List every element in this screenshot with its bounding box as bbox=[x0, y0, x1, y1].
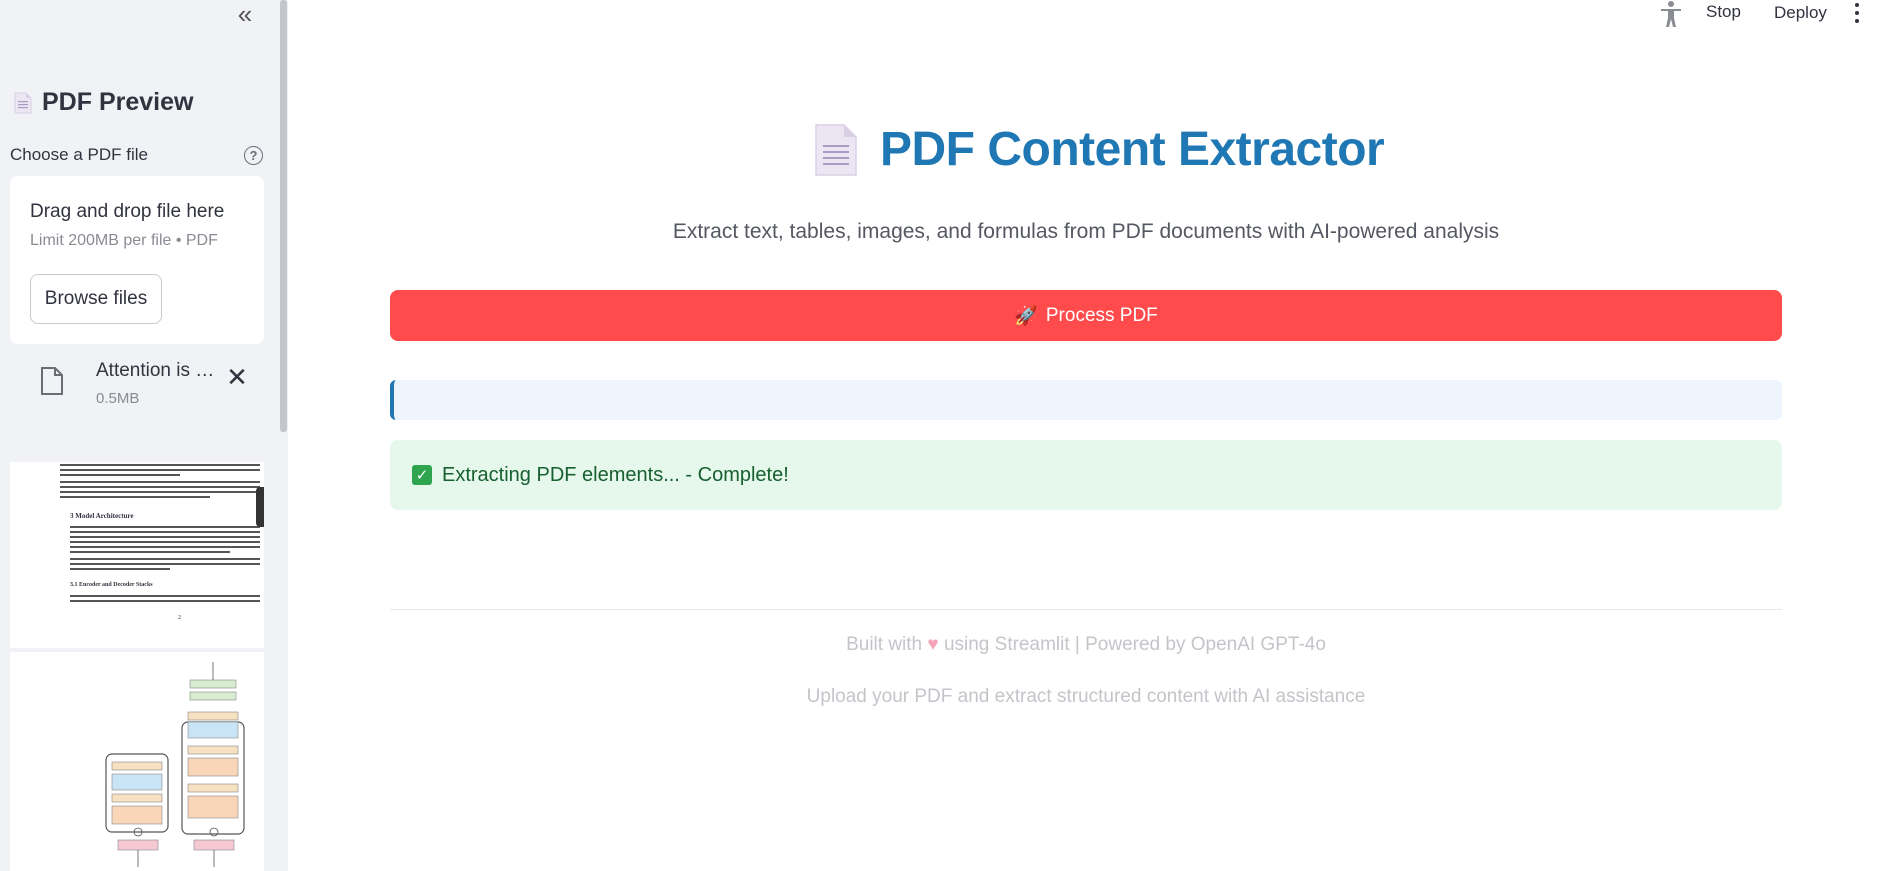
stop-button[interactable]: Stop bbox=[1706, 2, 1741, 22]
page-title-text: PDF Content Extractor bbox=[880, 123, 1385, 176]
progress-info-box bbox=[390, 380, 1782, 420]
pdf-page-number: 2 bbox=[178, 615, 181, 621]
process-pdf-label: Process PDF bbox=[1045, 304, 1158, 326]
success-alert: ✓ Extracting PDF elements... - Complete! bbox=[390, 440, 1782, 510]
file-name: Attention is … bbox=[96, 360, 215, 381]
pdf-subsection-heading: 3.1 Encoder and Decoder Stacks bbox=[70, 582, 153, 588]
file-dropzone[interactable]: Drag and drop file here Limit 200MB per … bbox=[10, 176, 264, 344]
process-pdf-button[interactable]: 🚀 Process PDF bbox=[390, 290, 1782, 341]
rocket-icon: 🚀 bbox=[1014, 305, 1038, 327]
document-icon bbox=[14, 92, 32, 113]
dropzone-limit: Limit 200MB per file • PDF bbox=[30, 232, 218, 249]
file-size: 0.5MB bbox=[96, 390, 140, 407]
transformer-diagram bbox=[105, 662, 245, 867]
file-icon bbox=[41, 367, 63, 395]
heart-icon: ♥ bbox=[927, 634, 939, 655]
sidebar-title: PDF Preview bbox=[42, 88, 194, 116]
footer-credits: Built with ♥ using Streamlit | Powered b… bbox=[390, 634, 1782, 656]
uploader-label: Choose a PDF file bbox=[10, 145, 148, 164]
success-message: Extracting PDF elements... - Complete! bbox=[442, 463, 789, 486]
sidebar: « PDF Preview Choose a PDF file ? Drag a… bbox=[0, 0, 288, 871]
sidebar-header: PDF Preview bbox=[14, 88, 193, 117]
pdf-page-preview: 3 Model Architecture 3.1 Encoder and Dec… bbox=[10, 462, 264, 648]
footer-tagline: Upload your PDF and extract structured c… bbox=[806, 686, 1366, 707]
pdf-section-heading: 3 Model Architecture bbox=[70, 512, 134, 520]
check-icon: ✓ bbox=[412, 465, 432, 485]
browse-files-button[interactable]: Browse files bbox=[30, 274, 162, 324]
divider bbox=[390, 609, 1782, 610]
deploy-button[interactable]: Deploy bbox=[1774, 3, 1827, 23]
main-menu-icon[interactable] bbox=[1852, 3, 1862, 23]
dropzone-title: Drag and drop file here bbox=[30, 201, 225, 222]
pdf-page-preview-diagram bbox=[10, 652, 264, 871]
help-icon[interactable]: ? bbox=[244, 146, 263, 165]
uploaded-file: Attention is … 0.5MB ✕ bbox=[10, 350, 264, 420]
page-title: PDF Content Extractor bbox=[814, 122, 1385, 177]
document-icon bbox=[815, 123, 857, 176]
sidebar-scrollbar[interactable] bbox=[280, 0, 287, 432]
page-subtitle: Extract text, tables, images, and formul… bbox=[672, 220, 1500, 243]
remove-file-icon[interactable]: ✕ bbox=[222, 362, 252, 392]
footer-credits-pre: Built with bbox=[846, 634, 923, 655]
footer-credits-post: using Streamlit | Powered by OpenAI GPT-… bbox=[943, 634, 1326, 655]
accessibility-icon[interactable] bbox=[1658, 0, 1684, 28]
collapse-sidebar-icon[interactable]: « bbox=[230, 0, 260, 29]
